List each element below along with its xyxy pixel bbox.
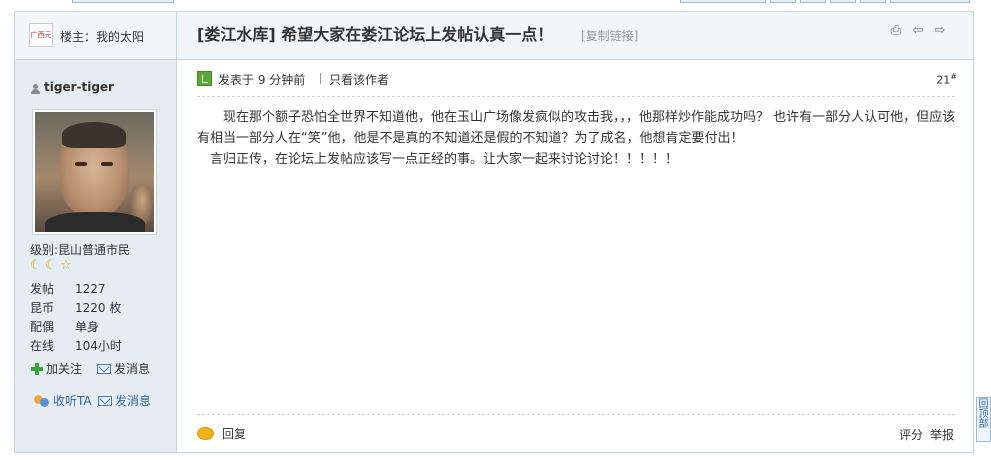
floor-sup: # [950, 72, 957, 81]
thread-header: [娄江水库] 希望大家在娄江论坛上发帖认真一点！ [复制链接] ⎙ ⇦ ⇨ [177, 12, 973, 60]
post-paragraph: 言归正传，在论坛上发帖应该写一点正经的事。让大家一起来讨论讨论！！！！！ [210, 152, 679, 167]
stat-value: 1220 枚 [75, 301, 122, 315]
stat-key: 在线 [30, 339, 55, 353]
top-tab-left[interactable] [72, 0, 174, 3]
stat-key: 发帖 [30, 282, 55, 296]
host-avatar-text: 广西元 [30, 31, 52, 39]
level-value: 昆山普通市民 [58, 243, 131, 257]
meta-divider-line [197, 96, 955, 97]
user-actions: 加关注 发消息 [31, 360, 171, 376]
stat-key: 配偶 [30, 320, 55, 334]
author-avatar[interactable] [32, 109, 157, 235]
moon-icon: ☾ [30, 258, 42, 273]
follow-button[interactable]: 加关注 [31, 360, 82, 377]
post-frame: 广西元 楼主：我的太阳 tiger-tiger 级别:昆山普通市民 ☾ ☾ ☆ … [14, 11, 974, 453]
stat-row: 昆币 1220 枚 [30, 299, 170, 318]
post-paragraph: 现在那个额子恐怕全世界不知道他，他在玉山广场像发疯似的攻击我，，，他那样炒作能成… [197, 110, 956, 146]
mail-icon [97, 363, 111, 374]
top-tab-5[interactable] [860, 0, 886, 3]
message-button[interactable]: 发消息 [97, 360, 150, 377]
star-icon: ☆ [60, 258, 72, 273]
message-label: 发消息 [115, 394, 152, 408]
stat-value[interactable]: 1227 [75, 280, 106, 299]
floor-number[interactable]: 21# [936, 72, 957, 87]
plus-icon [31, 362, 43, 375]
top-strip [0, 0, 991, 6]
only-author-link[interactable]: 只看该作者 [329, 71, 389, 88]
listen-icon [34, 394, 50, 407]
listen-button[interactable]: 收听TA [34, 392, 92, 409]
prev-icon[interactable]: ⇦ [911, 24, 925, 38]
author-name[interactable]: tiger-tiger [44, 80, 114, 94]
report-button[interactable]: 举报 [930, 426, 954, 443]
post-content: 现在那个额子恐怕全世界不知道他，他在玉山广场像发疯似的攻击我，，，他那样炒作能成… [197, 107, 957, 170]
thread-tools: ⎙ ⇦ ⇨ [889, 24, 947, 38]
level-label: 级别: [30, 243, 59, 257]
meta-divider [320, 73, 321, 84]
message-label: 发消息 [114, 362, 151, 376]
stat-value: 104小时 [75, 339, 122, 353]
post-main: [娄江水库] 希望大家在娄江论坛上发帖认真一点！ [复制链接] ⎙ ⇦ ⇨ 发表… [177, 12, 973, 452]
host-label: 楼主：我的太阳 [60, 30, 145, 44]
reply-button[interactable]: 回复 [197, 425, 246, 442]
reply-icon [197, 427, 214, 440]
top-tab-2[interactable] [770, 0, 796, 3]
thread-title: [娄江水库] 希望大家在娄江论坛上发帖认真一点！ [197, 25, 554, 44]
top-tab-4[interactable] [830, 0, 856, 3]
footer-divider [197, 414, 955, 415]
top-tab-6[interactable] [890, 0, 970, 3]
back-to-top-button[interactable]: 回顶部 [976, 397, 991, 442]
stat-row: 发帖 1227 [30, 280, 170, 299]
follow-label: 加关注 [46, 362, 83, 376]
host-header: 广西元 楼主：我的太阳 [15, 12, 176, 60]
stat-row: 在线 104小时 [30, 337, 170, 356]
stat-key: 昆币 [30, 301, 55, 315]
reply-label: 回复 [222, 427, 247, 441]
next-icon[interactable]: ⇨ [933, 24, 947, 38]
message-button-secondary[interactable]: 发消息 [98, 392, 151, 409]
avatar-photo [35, 112, 154, 232]
top-tab-1[interactable] [680, 0, 766, 3]
user-stats: 发帖 1227 昆币 1220 枚 配偶 单身 在线 104小时 [30, 280, 170, 356]
user-icon [31, 84, 40, 94]
top-tab-3[interactable] [800, 0, 826, 3]
listen-label: 收听TA [53, 394, 92, 408]
status-icon [197, 71, 212, 86]
stat-value: 单身 [75, 320, 100, 334]
stat-row: 配偶 单身 [30, 318, 170, 337]
user-actions-secondary: 收听TA 发消息 [34, 392, 174, 408]
print-icon[interactable]: ⎙ [889, 24, 903, 38]
host-avatar[interactable]: 广西元 [29, 23, 53, 47]
author-sidebar: 广西元 楼主：我的太阳 tiger-tiger 级别:昆山普通市民 ☾ ☾ ☆ … [15, 12, 177, 452]
post-time: 发表于 9 分钟前 [218, 73, 306, 87]
rate-button[interactable]: 评分 [899, 426, 923, 443]
moon-icon: ☾ [45, 258, 57, 273]
floor-value: 21 [936, 73, 951, 87]
user-level: 级别:昆山普通市民 [30, 241, 130, 258]
mail-icon [98, 395, 112, 406]
rank-stars: ☾ ☾ ☆ [30, 259, 74, 273]
post-meta: 发表于 9 分钟前 只看该作者 21# [197, 70, 957, 88]
copy-link-button[interactable]: [复制链接] [581, 27, 638, 44]
